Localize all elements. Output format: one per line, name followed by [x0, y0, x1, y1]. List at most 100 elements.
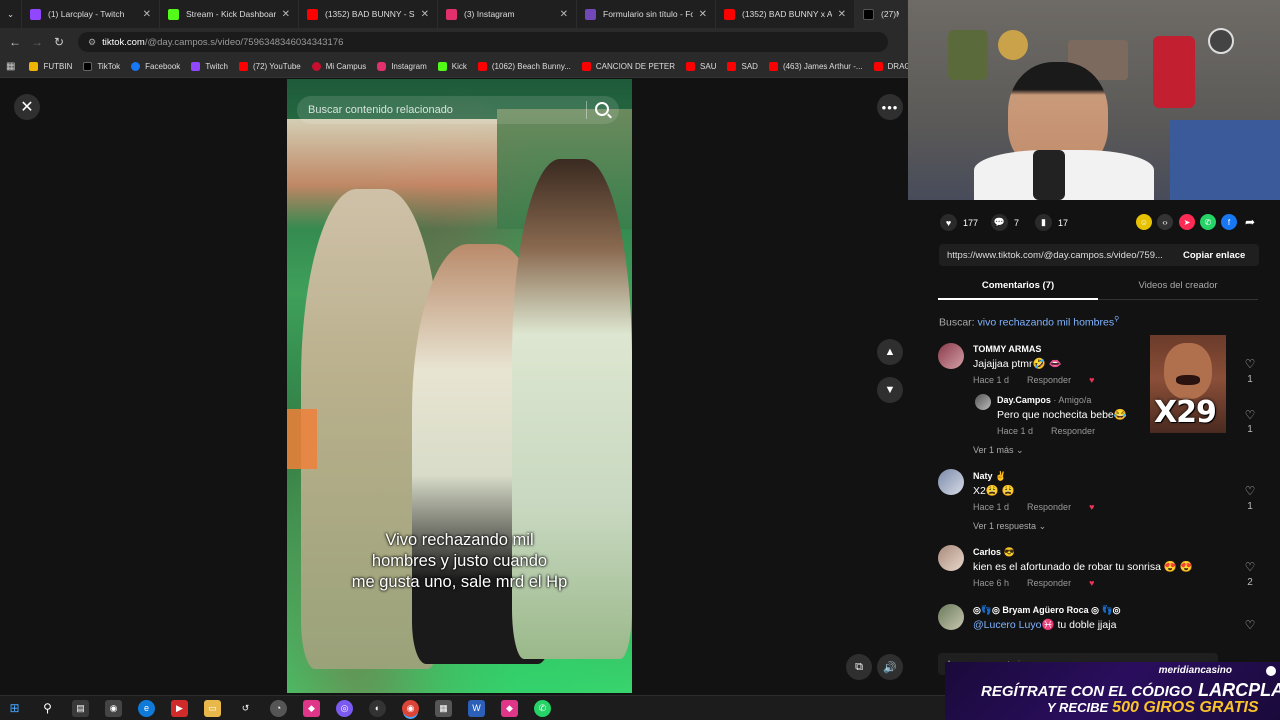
- tab-creator-videos[interactable]: Videos del creador: [1098, 280, 1258, 291]
- heart-icon[interactable]: ♡: [1243, 357, 1257, 371]
- file-explorer-icon[interactable]: ▭: [204, 699, 221, 717]
- heart-icon[interactable]: ♡: [1243, 484, 1257, 498]
- bookmark[interactable]: Instagram: [377, 62, 427, 71]
- bookmark[interactable]: SAU: [686, 62, 716, 71]
- whatsapp-icon[interactable]: ✆: [534, 699, 551, 717]
- close-video-button[interactable]: ✕: [14, 94, 40, 120]
- comment-author[interactable]: Carlos 😎: [973, 547, 1015, 558]
- avatar[interactable]: [975, 394, 991, 410]
- whatsapp-icon[interactable]: ✆: [1200, 214, 1216, 230]
- bookmark[interactable]: Twitch: [191, 62, 228, 71]
- bookmark[interactable]: (1062) Beach Bunny...: [477, 62, 571, 71]
- next-video-button[interactable]: ▼: [877, 377, 903, 403]
- comment-author[interactable]: Naty ✌: [973, 471, 1006, 482]
- site-info-icon[interactable]: ⚙: [88, 37, 96, 48]
- bookmark[interactable]: CANCION DE PETER: [581, 62, 675, 71]
- avatar[interactable]: [938, 604, 964, 630]
- comment-stat[interactable]: 💬 7: [991, 214, 1019, 231]
- bookmark[interactable]: Mi Campus: [311, 62, 366, 71]
- search-icon[interactable]: [595, 102, 609, 116]
- comment-author[interactable]: TOMMY ARMAS: [973, 344, 1041, 354]
- browser-tab[interactable]: (1) Larcplay - Twitch ✕: [22, 0, 160, 28]
- app-icon[interactable]: ◆: [501, 699, 518, 717]
- bookmark[interactable]: Kick: [437, 62, 467, 71]
- video-player[interactable]: [287, 79, 632, 693]
- heart-icon[interactable]: ♡: [1243, 560, 1257, 574]
- tab-list-button[interactable]: ⌄: [0, 0, 22, 28]
- apps-grid-icon[interactable]: ▦: [6, 61, 15, 72]
- app-icon[interactable]: ◉: [105, 699, 122, 717]
- bookmark[interactable]: (72) YouTube: [238, 62, 301, 71]
- forward-arrow-icon[interactable]: →: [26, 35, 48, 49]
- search-suggestion[interactable]: Buscar: vivo rechazando mil hombres⚲: [939, 315, 1119, 329]
- pip-button[interactable]: ⧉: [846, 654, 872, 680]
- like-stat[interactable]: ♥ 177: [940, 214, 978, 231]
- bookmark[interactable]: FUTBIN: [29, 62, 72, 71]
- app-icon[interactable]: ◐: [369, 699, 386, 717]
- view-more-replies[interactable]: Ver 1 más ⌄: [973, 445, 1024, 456]
- jersey-on-wall: [1153, 36, 1195, 108]
- comment-text: @Lucero Luyo♓ tu doble jjaja: [973, 619, 1117, 631]
- close-icon[interactable]: ✕: [699, 9, 707, 20]
- app-icon[interactable]: ◎: [336, 699, 353, 717]
- previous-video-button[interactable]: ▲: [877, 339, 903, 365]
- tab-comments[interactable]: Comentarios (7): [938, 280, 1098, 291]
- reload-icon[interactable]: ↻: [48, 35, 70, 49]
- heart-icon[interactable]: ♡: [1243, 408, 1257, 422]
- send-icon[interactable]: ➤: [1179, 214, 1195, 230]
- bookmark[interactable]: TikTok: [83, 62, 120, 71]
- copy-link-button[interactable]: Copiar enlace: [1183, 250, 1245, 261]
- reply-button[interactable]: Responder: [1027, 578, 1071, 588]
- back-arrow-icon[interactable]: ←: [4, 35, 26, 49]
- media-app-icon[interactable]: ▶: [171, 699, 188, 717]
- browser-tab[interactable]: Stream - Kick Dashboard ✕: [160, 0, 299, 28]
- store-icon[interactable]: ▤: [72, 699, 89, 717]
- bookmark[interactable]: SAD: [727, 62, 758, 71]
- browser-tab[interactable]: (1352) BAD BUNNY - SOY✕: [299, 0, 438, 28]
- avatar[interactable]: [938, 343, 964, 369]
- browser-tab[interactable]: (1352) BAD BUNNY x ABR✕: [716, 0, 855, 28]
- app-icon[interactable]: ◆: [303, 699, 320, 717]
- browser-tab[interactable]: Formulario sin título - For ✕: [577, 0, 716, 28]
- close-icon[interactable]: ✕: [421, 9, 429, 20]
- browser-tab[interactable]: (3) Instagram ✕: [438, 0, 577, 28]
- calculator-icon[interactable]: ▦: [435, 699, 452, 717]
- edge-icon[interactable]: e: [138, 699, 155, 717]
- chevron-up-icon: ▲: [884, 346, 896, 358]
- url-field[interactable]: ⚙ tiktok.com/@day.campos.s/video/7596348…: [78, 32, 888, 52]
- mention-link[interactable]: @Lucero Luyo: [973, 619, 1041, 631]
- view-replies[interactable]: Ver 1 respuesta ⌄: [973, 521, 1046, 532]
- related-search-bar[interactable]: Buscar contenido relacionado: [297, 96, 619, 124]
- close-icon[interactable]: ✕: [838, 9, 846, 20]
- search-icon[interactable]: ⚲: [39, 700, 56, 717]
- share-arrow-icon[interactable]: ➦: [1242, 214, 1258, 230]
- comment-author[interactable]: Day.Campos · Amigo/a: [997, 395, 1091, 405]
- tiktok-icon: [863, 8, 874, 20]
- app-icon[interactable]: ◔: [270, 699, 287, 717]
- reply-button[interactable]: Responder: [1027, 502, 1071, 512]
- more-options-button[interactable]: •••: [877, 94, 903, 120]
- word-icon[interactable]: W: [468, 699, 485, 717]
- browser-tab-active[interactable]: (27)Me t: [855, 0, 908, 28]
- volume-button[interactable]: 🔊: [877, 654, 903, 680]
- microphone: [1033, 150, 1065, 200]
- share-friends-icon[interactable]: ☺: [1136, 214, 1152, 230]
- copy-link-field[interactable]: https://www.tiktok.com/@day.campos.s/vid…: [939, 244, 1259, 266]
- avatar[interactable]: [938, 469, 964, 495]
- reply-button[interactable]: Responder: [1027, 375, 1071, 385]
- reply-button[interactable]: Responder: [1051, 426, 1095, 436]
- close-icon[interactable]: ✕: [560, 9, 568, 20]
- save-stat[interactable]: ▮ 17: [1035, 214, 1068, 231]
- heart-icon[interactable]: ♡: [1243, 618, 1257, 632]
- app-icon[interactable]: ↺: [237, 700, 254, 717]
- chrome-icon[interactable]: ◉: [402, 699, 419, 717]
- close-icon[interactable]: ✕: [143, 9, 151, 20]
- comment-author[interactable]: ◎👣◎ Bryam Agüero Roca ◎ 👣◎: [973, 605, 1121, 616]
- bookmark[interactable]: (463) James Arthur -...: [768, 62, 863, 71]
- avatar[interactable]: [938, 545, 964, 571]
- windows-start-icon[interactable]: ⊞: [6, 700, 23, 717]
- close-icon[interactable]: ✕: [282, 9, 290, 20]
- facebook-icon[interactable]: f: [1221, 214, 1237, 230]
- bookmark[interactable]: Facebook: [131, 62, 180, 71]
- embed-code-icon[interactable]: ‹›: [1157, 214, 1173, 230]
